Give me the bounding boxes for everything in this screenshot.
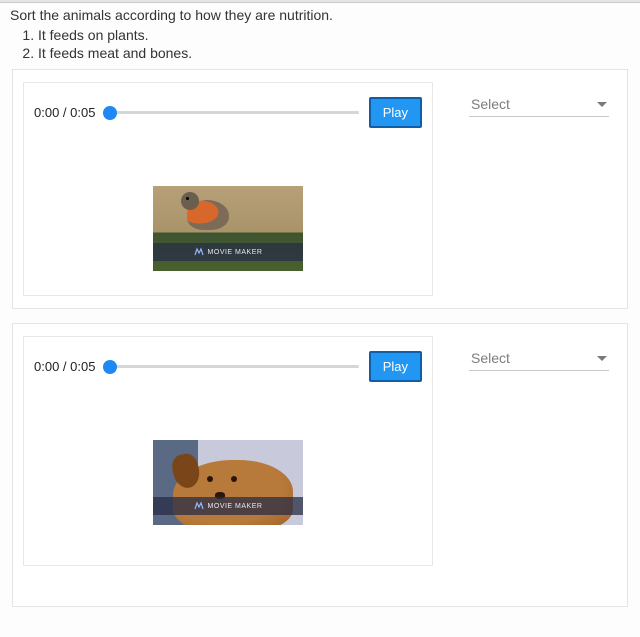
play-button[interactable]: Play bbox=[369, 97, 422, 128]
progress-slider[interactable] bbox=[105, 104, 358, 122]
bird-illustration-eye bbox=[186, 197, 189, 200]
bird-illustration-head bbox=[181, 192, 199, 210]
option-2: It feeds meat and bones. bbox=[38, 45, 640, 61]
option-1: It feeds on plants. bbox=[38, 27, 640, 43]
slider-track bbox=[105, 111, 358, 114]
category-select[interactable]: Select bbox=[469, 92, 609, 117]
watermark-text: MOVIE MAKER bbox=[208, 249, 263, 256]
category-select[interactable]: Select bbox=[469, 346, 609, 371]
watermark-bar: MOVIE MAKER bbox=[153, 243, 303, 261]
watermark-bar: MOVIE MAKER bbox=[153, 497, 303, 515]
play-button[interactable]: Play bbox=[369, 351, 422, 382]
item-card: 0:00 / 0:05 Play MOVIE MAKER Sele bbox=[12, 323, 628, 607]
slider-track bbox=[105, 365, 358, 368]
slider-thumb[interactable] bbox=[103, 360, 117, 374]
select-placeholder: Select bbox=[471, 96, 510, 112]
slider-thumb[interactable] bbox=[103, 106, 117, 120]
watermark-text: MOVIE MAKER bbox=[208, 503, 263, 510]
media-thumbnail-dog: MOVIE MAKER bbox=[153, 440, 303, 525]
media-column: 0:00 / 0:05 Play MOVIE MAKER bbox=[23, 336, 433, 566]
chevron-down-icon bbox=[597, 356, 607, 361]
chevron-down-icon bbox=[597, 102, 607, 107]
options-list: It feeds on plants. It feeds meat and bo… bbox=[38, 27, 640, 61]
media-controls: 0:00 / 0:05 Play bbox=[34, 351, 422, 382]
progress-slider[interactable] bbox=[105, 358, 358, 376]
item-card: 0:00 / 0:05 Play MOVIE MAKER Select bbox=[12, 69, 628, 309]
media-thumbnail-bird: MOVIE MAKER bbox=[153, 186, 303, 271]
movie-maker-icon bbox=[194, 247, 204, 257]
question-text: Sort the animals according to how they a… bbox=[0, 3, 640, 25]
media-column: 0:00 / 0:05 Play MOVIE MAKER bbox=[23, 82, 433, 296]
media-controls: 0:00 / 0:05 Play bbox=[34, 97, 422, 128]
movie-maker-icon bbox=[194, 501, 204, 511]
time-display: 0:00 / 0:05 bbox=[34, 359, 95, 374]
dog-illustration-eye bbox=[231, 476, 237, 482]
dog-illustration-eye bbox=[207, 476, 213, 482]
select-placeholder: Select bbox=[471, 350, 510, 366]
time-display: 0:00 / 0:05 bbox=[34, 105, 95, 120]
select-column: Select bbox=[433, 82, 617, 296]
select-column: Select bbox=[433, 336, 617, 566]
